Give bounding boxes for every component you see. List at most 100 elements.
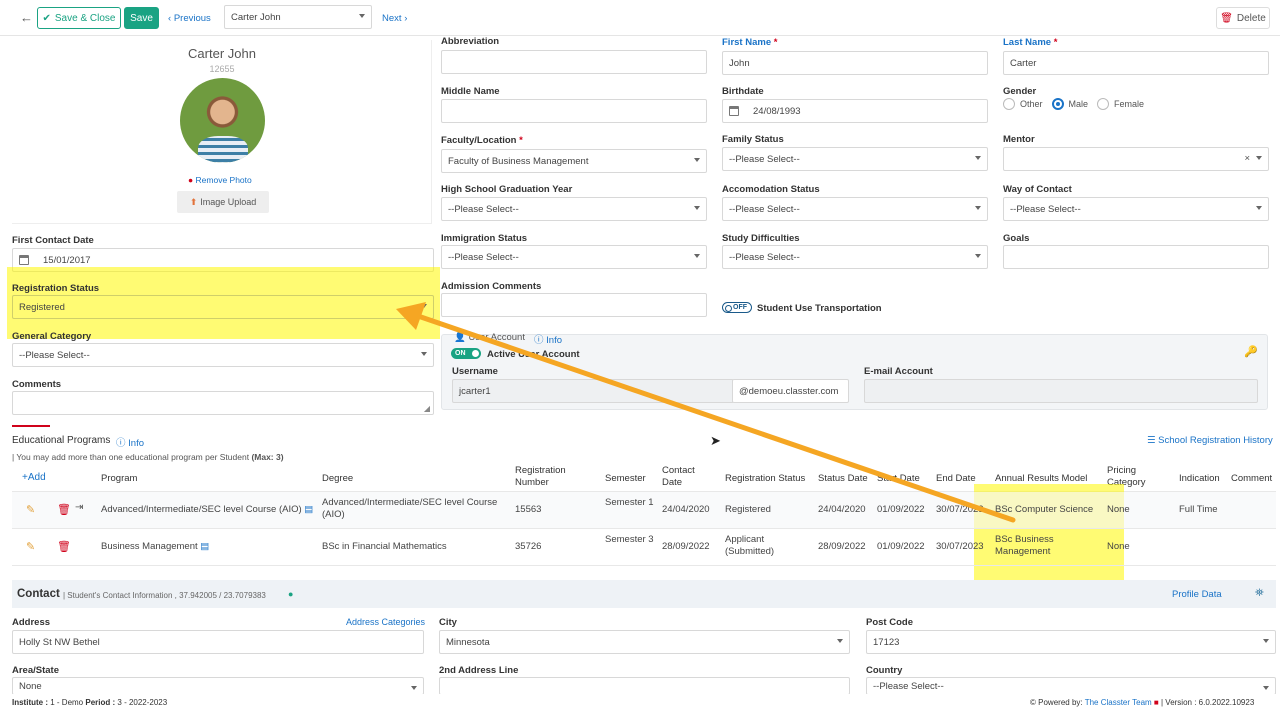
- row1-indication: Full Time: [1179, 504, 1218, 515]
- accommodation-select[interactable]: --Please Select--: [722, 197, 988, 221]
- gender-other-radio[interactable]: [1003, 98, 1015, 110]
- email-account-input[interactable]: [864, 379, 1258, 403]
- remove-photo-link[interactable]: ● Remove Photo: [188, 175, 252, 185]
- country-select[interactable]: --Please Select--: [866, 677, 1276, 695]
- abbreviation-label: Abbreviation: [441, 36, 500, 47]
- abbreviation-input[interactable]: [441, 50, 707, 74]
- address-input[interactable]: Holly St NW Bethel: [12, 630, 424, 654]
- chevron-down-icon: [359, 14, 365, 18]
- first-contact-date-label: First Contact Date: [12, 235, 94, 246]
- chevron-down-icon: [975, 156, 981, 160]
- gender-radio-group: Other Male Female: [1003, 98, 1144, 110]
- profile-card: Carter John 12655 ● Remove Photo ⬆ Image…: [12, 40, 432, 224]
- student-name: Carter John: [188, 46, 256, 61]
- minus-circle-icon: ●: [188, 175, 194, 185]
- chevron-down-icon: [411, 686, 417, 690]
- immigration-select[interactable]: --Please Select--: [441, 245, 707, 269]
- profile-data-link[interactable]: Profile Data: [1172, 589, 1222, 600]
- student-select[interactable]: Carter John: [224, 5, 372, 29]
- way-of-contact-label: Way of Contact: [1003, 184, 1072, 195]
- chevron-down-icon: [1263, 686, 1269, 690]
- header-start-date: Start Date: [877, 473, 920, 484]
- delete-trash-icon[interactable]: 🗑: [57, 540, 71, 553]
- top-toolbar: ← ✔ Save & Close Save ‹ Previous Carter …: [0, 0, 1280, 36]
- address2-input[interactable]: [439, 677, 850, 695]
- hs-graduation-select[interactable]: --Please Select--: [441, 197, 707, 221]
- key-icon[interactable]: 🔑: [1244, 345, 1258, 358]
- address-label: Address: [12, 617, 51, 628]
- study-difficulties-select[interactable]: --Please Select--: [722, 245, 988, 269]
- student-id: 12655: [209, 64, 235, 74]
- way-of-contact-select[interactable]: --Please Select--: [1003, 197, 1269, 221]
- area-state-select[interactable]: None: [12, 677, 424, 695]
- city-label: City: [439, 617, 457, 628]
- edit-pencil-icon[interactable]: ✎: [26, 503, 35, 516]
- city-select[interactable]: Minnesota: [439, 630, 850, 654]
- image-upload-button[interactable]: ⬆ Image Upload: [177, 191, 269, 213]
- admission-comments-input[interactable]: [441, 293, 707, 317]
- previous-link[interactable]: ‹ Previous: [168, 13, 211, 24]
- header-registration-number: Registration Number: [515, 465, 566, 488]
- document-icon[interactable]: ▤: [200, 541, 209, 552]
- mentor-label: Mentor: [1003, 134, 1035, 145]
- user-account-info-link[interactable]: ⓘ Info: [534, 332, 562, 346]
- row-divider: [12, 528, 1276, 529]
- programs-accent-bar: [12, 425, 50, 427]
- active-account-toggle[interactable]: ON: [451, 348, 481, 359]
- middle-name-label: Middle Name: [441, 86, 500, 97]
- classter-team-link[interactable]: The Classter Team: [1085, 698, 1152, 707]
- add-program-button[interactable]: +Add: [22, 472, 46, 483]
- last-name-label: Last Name *: [1003, 37, 1058, 48]
- row2-degree: BSc in Financial Mathematics: [322, 541, 447, 552]
- delete-button[interactable]: 🗑 Delete: [1216, 7, 1270, 29]
- save-close-button[interactable]: ✔ Save & Close: [37, 7, 121, 29]
- sign-in-icon[interactable]: ⇥: [75, 502, 83, 513]
- last-name-input[interactable]: Carter: [1003, 51, 1269, 75]
- immigration-label: Immigration Status: [441, 233, 528, 244]
- user-account-panel: 👤 User Account ⓘ Info ON Active User Acc…: [441, 332, 1268, 410]
- family-status-select[interactable]: --Please Select--: [722, 147, 988, 171]
- row2-program: Business Management ▤: [101, 541, 210, 552]
- classter-logo-icon: ■: [1153, 698, 1159, 707]
- header-program: Program: [101, 473, 138, 484]
- birthdate-input[interactable]: 24/08/1993: [722, 99, 988, 123]
- transport-toggle[interactable]: OFF: [722, 302, 752, 313]
- back-arrow-icon[interactable]: ←: [20, 10, 33, 25]
- chevron-down-icon: [421, 352, 427, 356]
- middle-name-input[interactable]: [441, 99, 707, 123]
- info-icon: ⓘ: [534, 335, 544, 346]
- faculty-select[interactable]: Faculty of Business Management: [441, 149, 707, 173]
- header-degree: Degree: [322, 473, 354, 484]
- gender-male-radio[interactable]: [1051, 98, 1064, 110]
- gender-female-radio[interactable]: [1097, 98, 1110, 110]
- delete-trash-icon[interactable]: 🗑: [57, 503, 71, 516]
- admission-comments-label: Admission Comments: [441, 281, 542, 292]
- goals-label: Goals: [1003, 233, 1030, 244]
- programs-info-link[interactable]: ⓘ Info: [116, 435, 144, 449]
- registration-status-select[interactable]: Registered: [12, 295, 434, 319]
- registration-status-label: Registration Status: [12, 283, 100, 294]
- post-code-select[interactable]: 17123: [866, 630, 1276, 654]
- mentor-select[interactable]: ×: [1003, 147, 1269, 171]
- general-category-select[interactable]: --Please Select--: [12, 343, 434, 367]
- first-name-input[interactable]: John: [722, 51, 988, 75]
- edit-pencil-icon[interactable]: ✎: [26, 540, 35, 553]
- comments-textarea[interactable]: ◢: [12, 391, 434, 415]
- map-marker-icon[interactable]: ●: [288, 589, 293, 599]
- hs-graduation-label: High School Graduation Year: [441, 184, 573, 195]
- document-icon[interactable]: ▤: [304, 504, 313, 515]
- username-input[interactable]: jcarter1: [452, 379, 734, 403]
- address-categories-link[interactable]: Address Categories: [346, 617, 425, 627]
- comments-label: Comments: [12, 379, 62, 390]
- school-registration-history-link[interactable]: ☰ School Registration History: [1147, 435, 1273, 446]
- row1-degree: Advanced/Intermediate/SEC level Course (…: [322, 497, 498, 520]
- footer-institute: Institute : 1 - Demo Period : 3 - 2022-2…: [12, 698, 168, 707]
- save-button[interactable]: Save: [124, 7, 159, 29]
- map-icon[interactable]: ⛯: [1255, 587, 1264, 600]
- mentor-clear-icon[interactable]: ×: [1244, 153, 1250, 164]
- active-account-label: Active User Account: [487, 349, 580, 360]
- goals-input[interactable]: [1003, 245, 1269, 269]
- next-link[interactable]: Next ›: [382, 13, 407, 24]
- first-name-label: First Name *: [722, 37, 778, 48]
- faculty-label: Faculty/Location *: [441, 135, 523, 146]
